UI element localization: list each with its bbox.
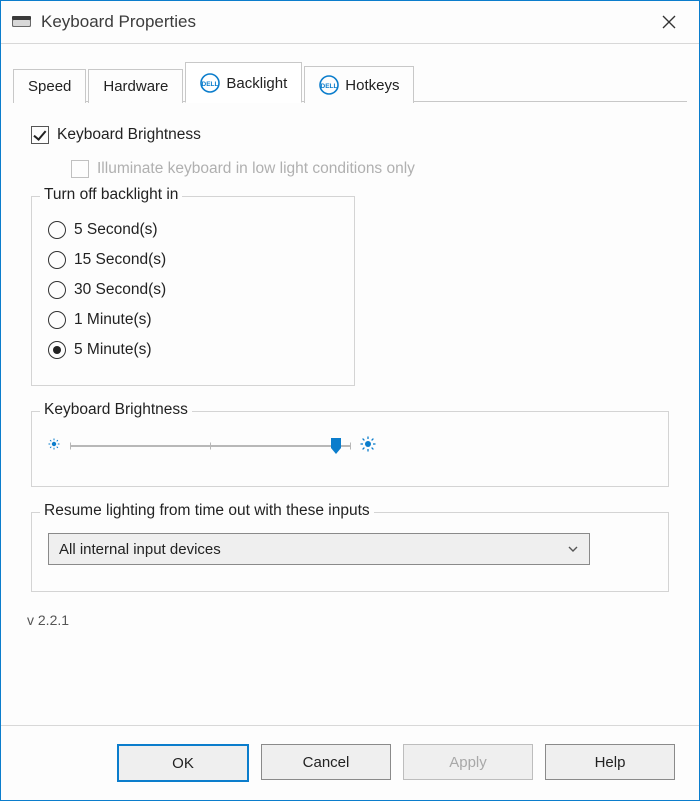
- radio-30-seconds[interactable]: 30 Second(s): [48, 275, 338, 305]
- brightness-high-icon: [360, 436, 376, 456]
- button-label: Apply: [449, 754, 487, 771]
- low-light-checkbox-row: Illuminate keyboard in low light conditi…: [71, 160, 669, 178]
- ok-button[interactable]: OK: [117, 744, 249, 782]
- group-title: Turn off backlight in: [40, 186, 182, 204]
- tab-hotkeys[interactable]: DELL Hotkeys: [304, 66, 414, 103]
- close-button[interactable]: [649, 7, 689, 37]
- title-bar: Keyboard Properties: [1, 1, 699, 44]
- dell-icon: DELL: [319, 75, 339, 95]
- tab-label: Hardware: [103, 78, 168, 95]
- dialog-footer: OK Cancel Apply Help: [1, 725, 699, 800]
- tab-label: Hotkeys: [345, 77, 399, 94]
- brightness-slider[interactable]: [70, 437, 350, 455]
- help-button[interactable]: Help: [545, 744, 675, 780]
- radio-label: 15 Second(s): [74, 251, 166, 269]
- radio-icon: [48, 281, 66, 299]
- button-label: Cancel: [303, 754, 350, 771]
- tab-speed[interactable]: Speed: [13, 69, 86, 103]
- radio-label: 30 Second(s): [74, 281, 166, 299]
- checkbox-label: Illuminate keyboard in low light conditi…: [97, 160, 415, 178]
- group-title: Resume lighting from time out with these…: [40, 502, 374, 520]
- resume-input-dropdown[interactable]: All internal input devices: [48, 533, 590, 565]
- version-label: v 2.2.1: [27, 612, 669, 628]
- tab-strip: Speed Hardware DELL Backlight DELL Hotke…: [1, 44, 699, 102]
- radio-5-seconds[interactable]: 5 Second(s): [48, 215, 338, 245]
- tab-label: Speed: [28, 78, 71, 95]
- resume-lighting-group: Resume lighting from time out with these…: [31, 512, 669, 592]
- button-label: Help: [595, 754, 626, 771]
- dropdown-value: All internal input devices: [59, 541, 221, 558]
- checkbox-label: Keyboard Brightness: [57, 126, 201, 144]
- brightness-low-icon: [48, 438, 60, 454]
- dell-icon: DELL: [200, 73, 220, 93]
- group-title: Keyboard Brightness: [40, 401, 192, 419]
- svg-text:DELL: DELL: [202, 81, 219, 88]
- slider-thumb[interactable]: [330, 437, 342, 455]
- tab-backlight[interactable]: DELL Backlight: [185, 62, 302, 103]
- radio-icon: [48, 251, 66, 269]
- checkbox-icon: [31, 126, 49, 144]
- radio-label: 5 Minute(s): [74, 341, 152, 359]
- radio-label: 5 Second(s): [74, 221, 158, 239]
- radio-icon: [48, 221, 66, 239]
- close-icon: [661, 14, 677, 30]
- svg-text:DELL: DELL: [321, 83, 338, 90]
- window-title: Keyboard Properties: [41, 12, 196, 32]
- tab-hardware[interactable]: Hardware: [88, 69, 183, 103]
- button-label: OK: [172, 755, 194, 772]
- radio-15-seconds[interactable]: 15 Second(s): [48, 245, 338, 275]
- radio-5-minutes[interactable]: 5 Minute(s): [48, 335, 338, 365]
- window-keyboard-properties: Keyboard Properties Speed Hardware DELL …: [0, 0, 700, 801]
- cancel-button[interactable]: Cancel: [261, 744, 391, 780]
- radio-icon: [48, 311, 66, 329]
- radio-label: 1 Minute(s): [74, 311, 152, 329]
- brightness-slider-group: Keyboard Brightness: [31, 411, 669, 487]
- tab-content-backlight: Keyboard Brightness Illuminate keyboard …: [1, 102, 699, 725]
- chevron-down-icon: [567, 543, 579, 555]
- keyboard-brightness-checkbox-row[interactable]: Keyboard Brightness: [31, 126, 669, 144]
- tab-label: Backlight: [226, 75, 287, 92]
- turn-off-backlight-group: Turn off backlight in 5 Second(s) 15 Sec…: [31, 196, 355, 386]
- radio-icon: [48, 341, 66, 359]
- checkbox-icon: [71, 160, 89, 178]
- radio-1-minute[interactable]: 1 Minute(s): [48, 305, 338, 335]
- keyboard-icon: [11, 14, 33, 30]
- apply-button: Apply: [403, 744, 533, 780]
